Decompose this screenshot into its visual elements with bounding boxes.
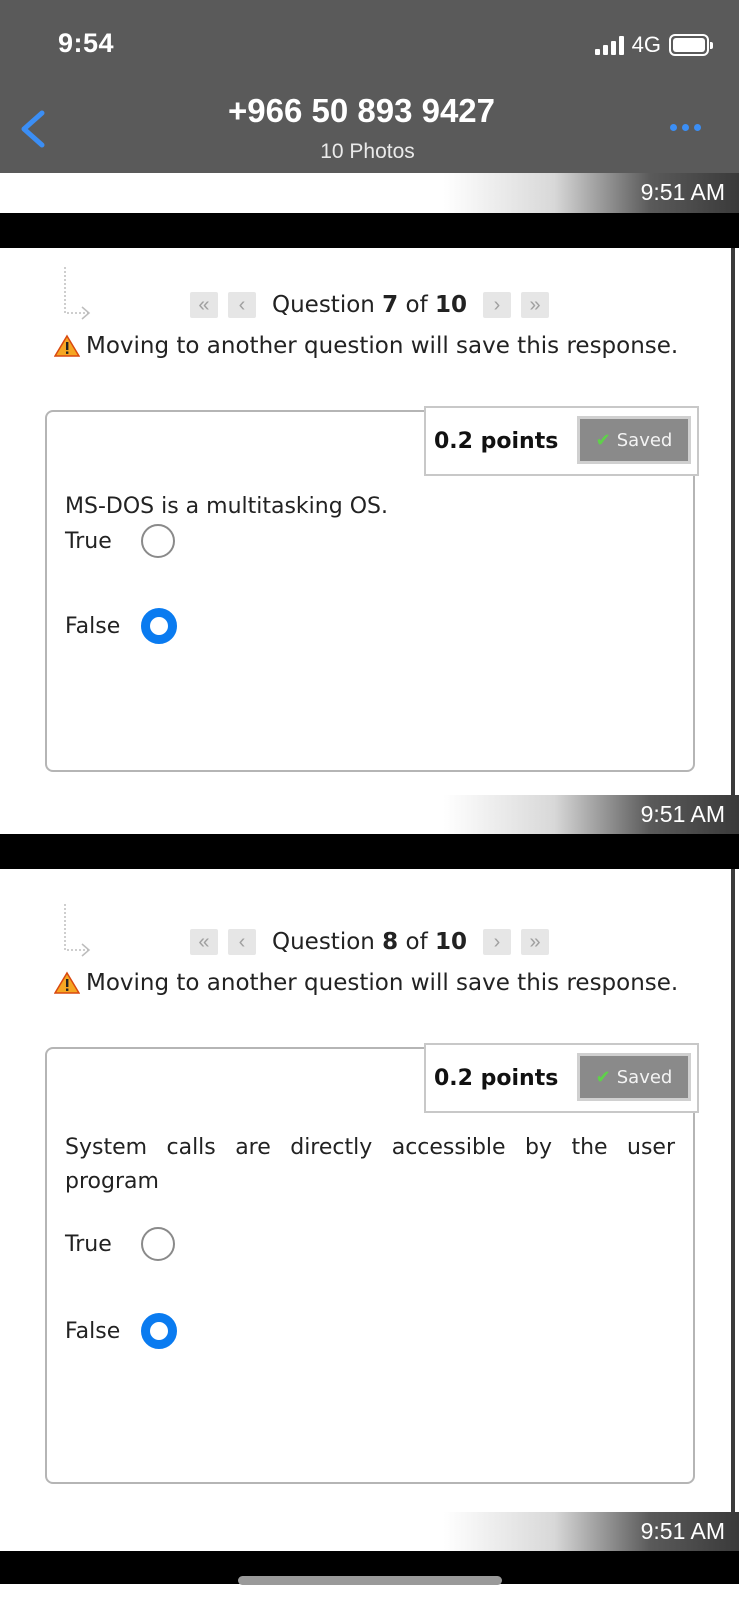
photo-timestamp: 9:51 AM: [640, 179, 725, 205]
photo-timestamp: 9:51 AM: [640, 1518, 725, 1544]
more-dots-icon[interactable]: [670, 124, 701, 131]
radio-true[interactable]: [141, 1227, 175, 1261]
first-question-button[interactable]: «: [189, 929, 218, 955]
status-time: 9:54: [58, 28, 115, 58]
photo-timestamp: 9:51 AM: [640, 801, 725, 827]
question-navigation: « ‹ Question 8 of 10 › »: [0, 929, 739, 955]
points-panel: 0.2 points ✔ Saved: [424, 1043, 699, 1113]
photo-timestamp-bar: 9:51 AM: [0, 795, 739, 835]
option-true[interactable]: True: [65, 524, 175, 558]
photo-edge: [731, 248, 735, 828]
option-false[interactable]: False: [65, 1313, 177, 1349]
check-icon: ✔: [595, 429, 611, 451]
network-type: 4G: [631, 32, 661, 57]
photo-viewer-header: 9:54 4G +966 50 893 9427 10 Photos: [0, 0, 739, 173]
question-navigation: « ‹ Question 7 of 10 › »: [0, 292, 739, 318]
photo-separator: [0, 213, 739, 248]
radio-false-selected[interactable]: [141, 1313, 177, 1349]
saved-badge: ✔ Saved: [577, 416, 691, 464]
last-question-button[interactable]: »: [521, 292, 549, 318]
points-value: 0.2 points: [434, 1065, 559, 1091]
option-label: False: [65, 613, 121, 639]
chat-title: +966 50 893 9427: [227, 92, 495, 129]
photo-timestamp-bar: 9:51 AM: [0, 173, 739, 213]
points-panel: 0.2 points ✔ Saved: [424, 406, 699, 476]
saved-label: Saved: [616, 429, 673, 451]
option-false[interactable]: False: [65, 608, 177, 644]
save-warning: Moving to another question will save thi…: [54, 333, 678, 359]
next-question-button[interactable]: ›: [483, 292, 511, 318]
option-label: True: [65, 1231, 112, 1257]
warning-icon: [54, 971, 80, 994]
first-question-button[interactable]: «: [189, 292, 218, 318]
question-counter: Question 8 of 10: [271, 929, 467, 955]
next-question-button[interactable]: ›: [483, 929, 511, 955]
radio-true[interactable]: [141, 524, 175, 558]
warning-text: Moving to another question will save thi…: [86, 333, 679, 359]
photo-edge: [731, 869, 735, 1519]
photo-timestamp-bar: 9:51 AM: [0, 1512, 739, 1552]
saved-badge: ✔ Saved: [577, 1053, 691, 1101]
status-indicators: 4G: [594, 32, 713, 58]
check-icon: ✔: [595, 1066, 611, 1088]
previous-question-button[interactable]: ‹: [227, 292, 256, 318]
option-label: False: [65, 1318, 121, 1344]
signal-icon: [594, 35, 624, 55]
warning-text: Moving to another question will save thi…: [86, 970, 679, 996]
points-value: 0.2 points: [434, 428, 559, 454]
battery-icon: [669, 34, 713, 56]
question-counter: Question 7 of 10: [271, 292, 467, 318]
radio-false-selected[interactable]: [141, 608, 177, 644]
photo-count: 10 Photos: [320, 140, 415, 163]
option-label: True: [65, 528, 112, 554]
saved-label: Saved: [616, 1066, 673, 1088]
question-text: System calls are directly accessible by …: [65, 1135, 675, 1194]
question-card: 0.2 points ✔ Saved MS-DOS is a multitask…: [45, 406, 699, 772]
previous-question-button[interactable]: ‹: [227, 929, 256, 955]
home-indicator[interactable]: [238, 1576, 502, 1585]
photo-separator: [0, 834, 739, 869]
question-text: MS-DOS is a multitasking OS.: [65, 494, 388, 519]
option-true[interactable]: True: [65, 1227, 175, 1261]
warning-icon: [54, 334, 80, 357]
last-question-button[interactable]: »: [521, 929, 549, 955]
save-warning: Moving to another question will save thi…: [54, 970, 678, 996]
question-card: 0.2 points ✔ Saved System calls are dire…: [45, 1043, 699, 1484]
